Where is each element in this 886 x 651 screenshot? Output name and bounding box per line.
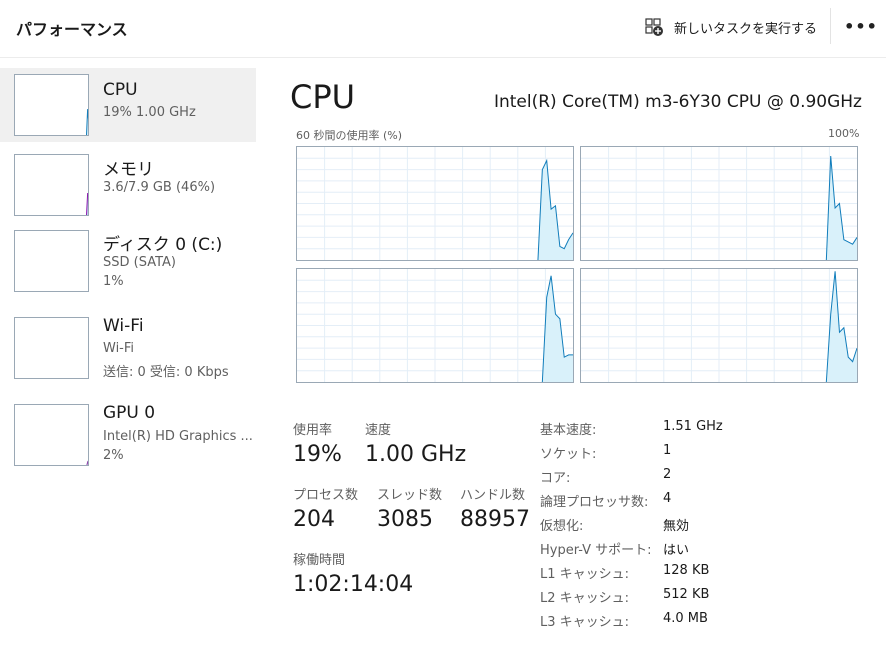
sidebar-item-title: Wi-Fi	[103, 316, 144, 336]
spec-value: 1.51 GHz	[663, 419, 723, 434]
sidebar-item-subtitle: SSD (SATA)	[103, 255, 176, 270]
spec-label: 仮想化:	[540, 519, 584, 534]
spec-label: ソケット:	[540, 447, 597, 462]
cpu-core-graph-3	[580, 268, 858, 383]
cpu-core-chart-0	[297, 147, 573, 260]
spec-value: 4	[663, 491, 672, 506]
sidebar-item-subtitle: 19% 1.00 GHz	[103, 105, 196, 120]
speed-label: 速度	[365, 423, 392, 438]
sidebar-item-subtitle: Wi-Fi	[103, 341, 135, 356]
sidebar-item-disk[interactable]: ディスク 0 (C:) SSD (SATA) 1%	[0, 224, 256, 298]
spec-label: コア:	[540, 471, 571, 486]
more-options-button[interactable]: •••	[844, 14, 877, 38]
spec-label: 論理プロセッサ数:	[540, 495, 649, 510]
gpu-thumbnail-chart	[86, 460, 88, 465]
spec-value: 512 KB	[663, 587, 710, 602]
run-new-task-label: 新しいタスクを実行する	[674, 21, 818, 37]
gpu-thumbnail	[14, 404, 89, 466]
cpu-core-3-series-area	[826, 271, 857, 382]
spec-value: 4.0 MB	[663, 611, 708, 626]
processes-value: 204	[293, 507, 335, 532]
header-bar: パフォーマンス 新しいタスクを実行する •••	[0, 0, 886, 58]
sidebar-item-title: CPU	[103, 80, 138, 100]
graph-caption: 60 秒間の使用率 (%)	[296, 129, 403, 142]
threads-label: スレッド数	[377, 488, 443, 503]
spec-value: はい	[663, 543, 690, 558]
run-task-icon	[645, 18, 663, 36]
cpu-core-graph-1	[580, 146, 858, 261]
sidebar-item-subtitle: Intel(R) HD Graphics ...	[103, 429, 253, 444]
cpu-core-chart-3	[581, 269, 857, 382]
speed-value: 1.00 GHz	[365, 442, 467, 467]
processes-label: プロセス数	[293, 488, 359, 503]
sidebar-item-gpu[interactable]: GPU 0 Intel(R) HD Graphics ... 2%	[0, 398, 256, 472]
cpu-core-graph-0	[296, 146, 574, 261]
spec-label: L1 キャッシュ:	[540, 567, 630, 582]
spec-value: 無効	[663, 519, 690, 534]
memory-thumbnail-chart	[86, 192, 88, 215]
spec-value: 128 KB	[663, 563, 710, 578]
spec-label: 基本速度:	[540, 423, 597, 438]
cpu-model-name: Intel(R) Core(TM) m3-6Y30 CPU @ 0.90GHz	[493, 92, 862, 112]
spec-label: Hyper-V サポート:	[540, 543, 652, 558]
sidebar-item-detail: 送信: 0 受信: 0 Kbps	[103, 365, 229, 380]
sidebar-item-title: ディスク 0 (C:)	[103, 235, 223, 255]
memory-thumbnail	[14, 154, 89, 216]
sidebar-item-subtitle: 3.6/7.9 GB (46%)	[103, 180, 216, 195]
sidebar-item-detail: 1%	[103, 274, 124, 289]
page-title: パフォーマンス	[16, 20, 128, 39]
sidebar-item-detail: 2%	[103, 448, 124, 463]
sidebar-item-title: メモリ	[103, 160, 154, 180]
run-new-task-button[interactable]: 新しいタスクを実行する	[644, 14, 817, 40]
graph-max-label: 100%	[828, 127, 860, 140]
spec-label: L2 キャッシュ:	[540, 591, 630, 606]
wifi-thumbnail	[14, 317, 89, 379]
uptime-label: 稼働時間	[293, 553, 346, 568]
cpu-core-graph-2	[296, 268, 574, 383]
threads-value: 3085	[377, 507, 433, 532]
spec-value: 1	[663, 443, 672, 458]
usage-label: 使用率	[293, 423, 333, 438]
sidebar-item-memory[interactable]: メモリ 3.6/7.9 GB (46%)	[0, 148, 256, 222]
disk-thumbnail	[14, 230, 89, 292]
uptime-value: 1:02:14:04	[293, 572, 414, 597]
spec-label: L3 キャッシュ:	[540, 615, 630, 630]
cpu-core-chart-2	[297, 269, 573, 382]
spec-value: 2	[663, 467, 672, 482]
sidebar-item-wifi[interactable]: Wi-Fi Wi-Fi 送信: 0 受信: 0 Kbps	[0, 310, 256, 384]
handles-value: 88957	[460, 507, 530, 532]
cpu-core-chart-1	[581, 147, 857, 260]
cpu-thumbnail	[14, 74, 89, 136]
sidebar-item-cpu[interactable]: CPU 19% 1.00 GHz	[0, 68, 256, 142]
main-title: CPU	[290, 78, 356, 116]
handles-label: ハンドル数	[460, 488, 526, 503]
cpu-thumbnail-chart	[86, 109, 88, 135]
sidebar-item-title: GPU 0	[103, 403, 156, 423]
header-divider	[830, 8, 831, 44]
usage-value: 19%	[293, 442, 342, 467]
